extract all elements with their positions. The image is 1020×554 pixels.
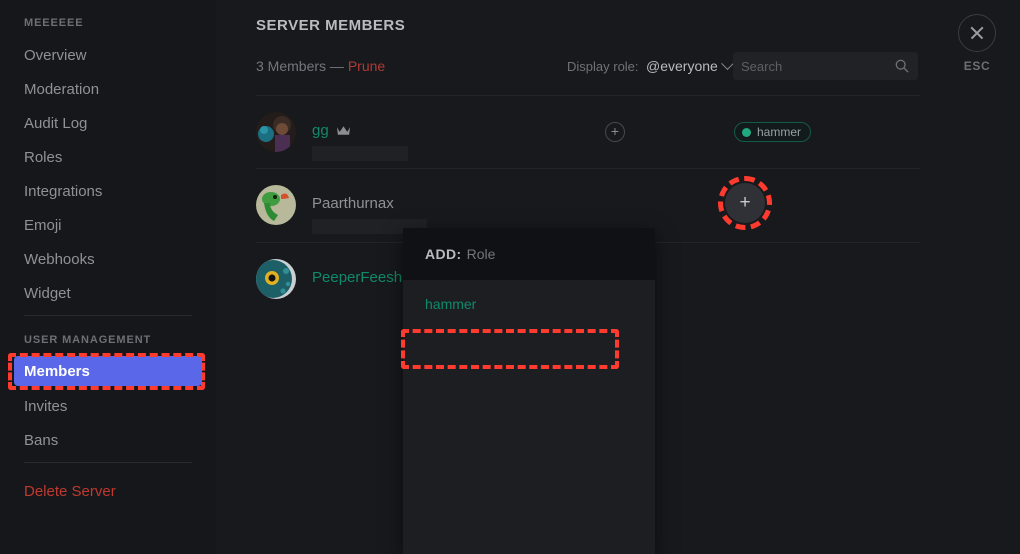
sidebar-item-label: Overview (24, 46, 87, 64)
close-button[interactable]: ESC (957, 14, 997, 73)
avatar[interactable] (256, 259, 296, 299)
chevron-down-icon (720, 56, 734, 70)
settings-sidebar: MEEEEEE Overview Moderation Audit Log Ro… (0, 0, 216, 554)
role-option-hammer[interactable]: hammer (403, 285, 655, 323)
member-name-text: PeeperFeesh (312, 269, 403, 286)
sidebar-item-label: Moderation (24, 80, 100, 98)
add-role-dropdown: ADD: Role hammer Leaders (403, 228, 655, 554)
sidebar-item-widget[interactable]: Widget (14, 278, 202, 308)
member-name: PeeperFeesh (312, 269, 402, 286)
member-count: 3 Members (256, 58, 327, 74)
search-icon (895, 59, 909, 73)
add-role-button-paarthurnax[interactable]: + (725, 183, 765, 223)
esc-label: ESC (963, 59, 991, 73)
dropdown-header-prefix: ADD: (425, 246, 462, 262)
separator-dash: — (329, 58, 344, 74)
add-role-button-gg[interactable]: + (605, 122, 625, 142)
member-row: gg hammer + (256, 96, 920, 169)
dropdown-header: ADD: Role (403, 228, 655, 280)
sidebar-divider-2 (24, 462, 192, 463)
page-title: SERVER MEMBERS (256, 17, 406, 34)
dropdown-header-label: Role (466, 246, 496, 262)
sidebar-item-label: Bans (24, 431, 59, 449)
crown-icon (336, 126, 350, 135)
display-role-value: @everyone (646, 58, 718, 74)
member-name: gg (312, 122, 351, 139)
display-role-label: Display role: (567, 59, 639, 74)
sidebar-item-webhooks[interactable]: Webhooks (14, 244, 202, 274)
user-management-header: USER MANAGEMENT (24, 334, 152, 346)
sidebar-item-roles[interactable]: Roles (14, 142, 202, 172)
sidebar-item-integrations[interactable]: Integrations (14, 176, 202, 206)
sidebar-item-label: Invites (24, 397, 68, 415)
role-pill-hammer[interactable]: hammer (734, 122, 812, 142)
sidebar-item-label: Emoji (24, 216, 62, 234)
avatar[interactable] (256, 112, 296, 152)
avatar[interactable] (256, 185, 296, 225)
sidebar-item-invites[interactable]: Invites (14, 391, 202, 421)
search-input[interactable] (741, 52, 891, 80)
sidebar-item-label: Roles (24, 148, 63, 166)
sidebar-item-bans[interactable]: Bans (14, 425, 202, 455)
sidebar-item-label: Webhooks (24, 250, 95, 268)
search-box[interactable] (733, 52, 918, 80)
role-option-label: hammer (425, 296, 477, 312)
sidebar-divider-1 (24, 315, 192, 316)
prune-link[interactable]: Prune (348, 58, 385, 74)
sidebar-item-moderation[interactable]: Moderation (14, 74, 202, 104)
sidebar-item-audit-log[interactable]: Audit Log (14, 108, 202, 138)
redacted-discriminator (312, 146, 408, 161)
sidebar-item-label: Audit Log (24, 114, 88, 132)
display-role-dropdown[interactable]: @everyone (646, 56, 734, 74)
server-name-header: MEEEEEE (24, 17, 84, 29)
sidebar-item-label: Widget (24, 284, 71, 302)
delete-server-label: Delete Server (24, 482, 116, 500)
member-name-text: Paarthurnax (312, 195, 394, 212)
sidebar-item-members[interactable]: Members (14, 356, 202, 386)
member-count-line: 3 Members — Prune (256, 58, 385, 74)
sidebar-item-emoji[interactable]: Emoji (14, 210, 202, 240)
sidebar-item-label: Members (24, 362, 90, 380)
settings-window: MEEEEEE Overview Moderation Audit Log Ro… (0, 0, 1020, 554)
role-pill-label: hammer (757, 125, 802, 139)
sidebar-item-overview[interactable]: Overview (14, 40, 202, 70)
close-icon (958, 14, 996, 52)
member-name: Paarthurnax (312, 195, 394, 212)
delete-server-button[interactable]: Delete Server (14, 476, 202, 506)
role-color-dot (742, 127, 751, 137)
sidebar-item-label: Integrations (24, 182, 103, 200)
member-name-text: gg (312, 122, 329, 139)
